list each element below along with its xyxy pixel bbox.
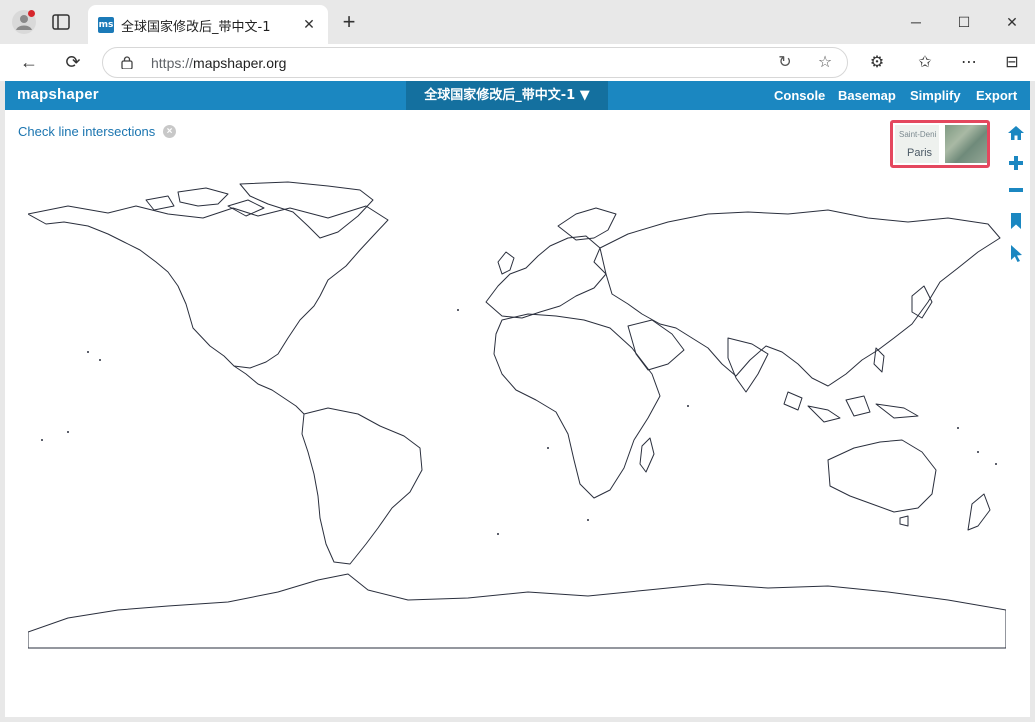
india-outline	[727, 337, 769, 393]
philippines-islands	[873, 347, 885, 373]
world-map[interactable]	[28, 178, 1006, 650]
notification-dot-icon	[28, 10, 35, 17]
bookmark-icon[interactable]	[1006, 211, 1026, 231]
address-toolbar: ← ⟳ https://mapshaper.org ↻ ☆ ⚙ ✩ ⋯ ⊟	[0, 44, 1035, 81]
window-frame-bottom	[0, 717, 1035, 722]
app-logo[interactable]: mapshaper	[17, 86, 99, 103]
url-text: https://mapshaper.org	[151, 55, 287, 71]
europe-outline	[485, 235, 607, 319]
zoom-out-icon[interactable]	[1006, 180, 1026, 200]
back-icon[interactable]: ←	[18, 51, 40, 73]
dismiss-intersections-icon[interactable]: ×	[163, 125, 176, 138]
extensions-icon[interactable]: ⚙	[866, 52, 888, 74]
app-header: mapshaper 全球国家修改后_带中文-1 ▼ Console Basema…	[5, 81, 1030, 110]
favorite-star-icon[interactable]: ☆	[815, 53, 835, 73]
url-field[interactable]: https://mapshaper.org ↻ ☆	[102, 47, 848, 78]
basemap-tile-streets[interactable]: Saint-Deni Paris	[895, 125, 939, 163]
zoom-in-icon[interactable]	[1006, 153, 1026, 173]
window-frame-right	[1030, 81, 1035, 722]
mapshaper-favicon-icon: ms	[98, 17, 114, 33]
north-america-outline	[28, 205, 389, 369]
central-america-outline	[233, 365, 305, 415]
africa-outline	[493, 313, 661, 499]
pointer-icon[interactable]	[1006, 243, 1026, 263]
home-icon[interactable]	[1006, 123, 1026, 143]
refresh-app-icon[interactable]: ↻	[775, 53, 795, 73]
favorites-icon[interactable]: ✩	[914, 52, 936, 74]
minimize-icon[interactable]: ─	[907, 13, 925, 31]
basemap-preview[interactable]: Saint-Deni Paris	[890, 120, 990, 168]
indonesia-islands	[783, 391, 919, 423]
maximize-icon[interactable]: ☐	[955, 13, 973, 31]
browser-tab[interactable]: ms 全球国家修改后_带中文-1 ✕	[88, 5, 328, 44]
scandinavia-outline	[557, 207, 617, 241]
simplify-button[interactable]: Simplify	[910, 88, 961, 103]
layer-menu-button[interactable]: 全球国家修改后_带中文-1 ▼	[406, 81, 608, 110]
tasmania-outline	[899, 515, 909, 527]
more-menu-icon[interactable]: ⋯	[958, 52, 980, 74]
browser-tabstrip: ms 全球国家修改后_带中文-1 ✕ + ─ ☐ ✕	[0, 0, 1035, 44]
uk-outline	[497, 251, 515, 275]
tab-close-icon[interactable]: ✕	[300, 15, 318, 33]
antarctica-outline	[28, 573, 1006, 649]
lock-icon	[121, 56, 133, 69]
sidebar-icon[interactable]: ⊟	[1001, 52, 1023, 74]
window-close-icon[interactable]: ✕	[1003, 13, 1021, 31]
export-button[interactable]: Export	[976, 88, 1017, 103]
reload-icon[interactable]: ⟳	[62, 51, 84, 73]
japan-outline	[911, 285, 933, 319]
madagascar-outline	[639, 437, 655, 473]
basemap-tile-satellite[interactable]	[945, 125, 987, 163]
basemap-button[interactable]: Basemap	[838, 88, 896, 103]
asia-outline	[599, 209, 1001, 387]
south-america-outline	[301, 407, 423, 565]
australia-outline	[827, 439, 937, 513]
tab-title: 全球国家修改后_带中文-1	[121, 20, 271, 35]
console-button[interactable]: Console	[774, 88, 825, 103]
tab-actions-icon[interactable]	[52, 14, 70, 30]
new-tab-icon[interactable]: +	[338, 11, 360, 34]
new-zealand-outline	[967, 493, 991, 531]
check-intersections-link[interactable]: Check line intersections	[18, 124, 155, 139]
small-islands	[41, 309, 997, 535]
